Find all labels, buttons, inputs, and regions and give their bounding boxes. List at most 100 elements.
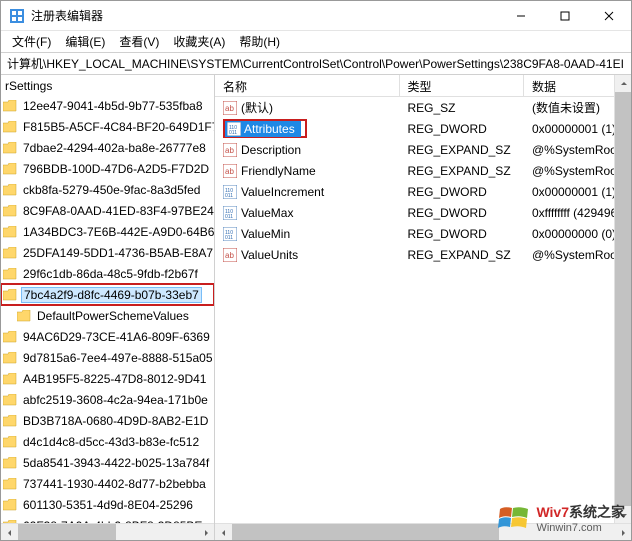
tree-item-label: abfc2519-3608-4c2a-94ea-171b0e: [21, 393, 210, 407]
value-type: REG_DWORD: [400, 206, 524, 220]
value-type: REG_EXPAND_SZ: [400, 164, 524, 178]
tree-item-label: ckb8fa-5279-450e-9fac-8a3d5fed: [21, 183, 202, 197]
tree-item[interactable]: 25DFA149-5DD1-4736-B5AB-E8A7: [1, 242, 214, 263]
tree-item[interactable]: 5da8541-3943-4422-b025-13a784f: [1, 452, 214, 473]
menubar: 文件(F) 编辑(E) 查看(V) 收藏夹(A) 帮助(H): [1, 31, 631, 53]
menu-file[interactable]: 文件(F): [5, 31, 58, 52]
address-path: 计算机\HKEY_LOCAL_MACHINE\SYSTEM\CurrentCon…: [7, 55, 624, 72]
scroll-left-icon[interactable]: [1, 524, 18, 540]
tree-item[interactable]: 796BDB-100D-47D6-A2D5-F7D2D: [1, 158, 214, 179]
tree-item[interactable]: 737441-1930-4402-8d77-b2bebba: [1, 473, 214, 494]
svg-text:011: 011: [229, 130, 237, 136]
scroll-right-icon[interactable]: [197, 524, 214, 540]
value-type: REG_EXPAND_SZ: [400, 143, 524, 157]
value-name: ValueUnits: [241, 248, 298, 262]
list-scrollbar-vertical[interactable]: [614, 75, 631, 523]
list-row[interactable]: 110011AttributesREG_DWORD0x00000001 (1): [215, 118, 631, 139]
tree-item-label: 12ee47-9041-4b5d-9b77-535fba8: [21, 99, 205, 113]
tree-item-label: 8C9FA8-0AAD-41ED-83F4-97BE24: [21, 204, 214, 218]
tree-item[interactable]: d4c1d4c8-d5cc-43d3-b83e-fc512: [1, 431, 214, 452]
svg-text:011: 011: [225, 193, 233, 199]
scroll-up-icon[interactable]: [615, 75, 631, 92]
titlebar: 注册表编辑器: [1, 1, 631, 31]
svg-text:011: 011: [225, 214, 233, 220]
list-header: 名称 类型 数据: [215, 75, 631, 97]
svg-text:ab: ab: [225, 104, 234, 113]
list-row[interactable]: 110011ValueIncrementREG_DWORD0x00000001 …: [215, 181, 631, 202]
list-row[interactable]: abDescriptionREG_EXPAND_SZ@%SystemRoot%\: [215, 139, 631, 160]
tree[interactable]: 12ee47-9041-4b5d-9b77-535fba8 F815B5-A5CF…: [1, 95, 214, 540]
svg-text:ab: ab: [225, 146, 234, 155]
column-name[interactable]: 名称: [215, 75, 400, 96]
list-row[interactable]: 110011ValueMaxREG_DWORD0xffffffff (42949…: [215, 202, 631, 223]
column-type[interactable]: 类型: [400, 75, 524, 96]
app-icon: [9, 8, 25, 24]
tree-item[interactable]: 9d7815a6-7ee4-497e-8888-515a05: [1, 347, 214, 368]
scroll-left-icon[interactable]: [215, 524, 232, 540]
panes: rSettings 12ee47-9041-4b5d-9b77-535fba8 F…: [1, 75, 631, 540]
svg-text:ab: ab: [225, 167, 234, 176]
value-type: REG_EXPAND_SZ: [400, 248, 524, 262]
address-bar[interactable]: 计算机\HKEY_LOCAL_MACHINE\SYSTEM\CurrentCon…: [1, 53, 631, 75]
tree-item-label: 7dbae2-4294-402a-ba8e-26777e8: [21, 141, 208, 155]
tree-item[interactable]: 8C9FA8-0AAD-41ED-83F4-97BE24: [1, 200, 214, 221]
tree-item-label: 1A34BDC3-7E6B-442E-A9D0-64B60: [21, 225, 214, 239]
scroll-down-icon[interactable]: [615, 506, 631, 523]
tree-item[interactable]: 601130-5351-4d9d-8E04-25296: [1, 494, 214, 515]
tree-item-label: 5da8541-3943-4422-b025-13a784f: [21, 456, 211, 470]
tree-item[interactable]: A4B195F5-8225-47D8-8012-9D41: [1, 368, 214, 389]
tree-item[interactable]: F815B5-A5CF-4C84-BF20-649D1F7: [1, 116, 214, 137]
tree-item-label: A4B195F5-8225-47D8-8012-9D41: [21, 372, 208, 386]
tree-item-label: F815B5-A5CF-4C84-BF20-649D1F7: [21, 120, 214, 134]
tree-item-label: 737441-1930-4402-8d77-b2bebba: [21, 477, 208, 491]
list-row[interactable]: 110011ValueMinREG_DWORD0x00000000 (0): [215, 223, 631, 244]
tree-item[interactable]: ckb8fa-5279-450e-9fac-8a3d5fed: [1, 179, 214, 200]
list-body[interactable]: ab(默认)REG_SZ(数值未设置)110011AttributesREG_D…: [215, 97, 631, 265]
tree-item[interactable]: 1A34BDC3-7E6B-442E-A9D0-64B60: [1, 221, 214, 242]
menu-favorites[interactable]: 收藏夹(A): [166, 31, 232, 52]
list-row[interactable]: abFriendlyNameREG_EXPAND_SZ@%SystemRoot%…: [215, 160, 631, 181]
tree-item-label: BD3B718A-0680-4D9D-8AB2-E1D: [21, 414, 210, 428]
tree-item-label: DefaultPowerSchemeValues: [35, 309, 191, 323]
value-name: ValueMax: [241, 206, 293, 220]
svg-text:ab: ab: [225, 251, 234, 260]
list-row[interactable]: abValueUnitsREG_EXPAND_SZ@%SystemRoot%\: [215, 244, 631, 265]
tree-item-label: 9d7815a6-7ee4-497e-8888-515a05: [21, 351, 214, 365]
menu-help[interactable]: 帮助(H): [232, 31, 287, 52]
value-name: Attributes: [244, 122, 295, 136]
tree-item-label: 25DFA149-5DD1-4736-B5AB-E8A7: [21, 246, 214, 260]
tree-item-label: 7bc4a2f9-d8fc-4469-b07b-33eb7: [21, 287, 202, 303]
window-title: 注册表编辑器: [31, 7, 499, 24]
scroll-right-icon[interactable]: [614, 524, 631, 540]
list-row[interactable]: ab(默认)REG_SZ(数值未设置): [215, 97, 631, 118]
tree-pane: rSettings 12ee47-9041-4b5d-9b77-535fba8 F…: [1, 75, 215, 540]
minimize-button[interactable]: [499, 1, 543, 31]
tree-item[interactable]: abfc2519-3608-4c2a-94ea-171b0e: [1, 389, 214, 410]
tree-item[interactable]: DefaultPowerSchemeValues: [1, 305, 214, 326]
value-type: REG_DWORD: [400, 185, 524, 199]
value-name: ValueIncrement: [241, 185, 324, 199]
value-type: REG_DWORD: [400, 122, 524, 136]
tree-item[interactable]: 12ee47-9041-4b5d-9b77-535fba8: [1, 95, 214, 116]
menu-view[interactable]: 查看(V): [112, 31, 166, 52]
list-scrollbar-horizontal[interactable]: [215, 523, 631, 540]
tree-item[interactable]: 94AC6D29-73CE-41A6-809F-6369: [1, 326, 214, 347]
tree-item[interactable]: 7dbae2-4294-402a-ba8e-26777e8: [1, 137, 214, 158]
list-pane: 名称 类型 数据 ab(默认)REG_SZ(数值未设置)110011Attrib…: [215, 75, 631, 540]
tree-item-label: 601130-5351-4d9d-8E04-25296: [21, 498, 195, 512]
menu-edit[interactable]: 编辑(E): [58, 31, 112, 52]
value-name: Description: [241, 143, 301, 157]
value-name: FriendlyName: [241, 164, 316, 178]
tree-item[interactable]: 29f6c1db-86da-48c5-9fdb-f2b67f: [1, 263, 214, 284]
value-type: REG_SZ: [400, 101, 524, 115]
tree-header: rSettings: [1, 75, 214, 95]
maximize-button[interactable]: [543, 1, 587, 31]
tree-scrollbar-horizontal[interactable]: [1, 523, 214, 540]
close-button[interactable]: [587, 1, 631, 31]
tree-item[interactable]: 7bc4a2f9-d8fc-4469-b07b-33eb7: [1, 284, 214, 305]
svg-text:011: 011: [225, 235, 233, 241]
value-name: ValueMin: [241, 227, 290, 241]
tree-item[interactable]: BD3B718A-0680-4D9D-8AB2-E1D: [1, 410, 214, 431]
value-type: REG_DWORD: [400, 227, 524, 241]
tree-item-label: 796BDB-100D-47D6-A2D5-F7D2D: [21, 162, 211, 176]
